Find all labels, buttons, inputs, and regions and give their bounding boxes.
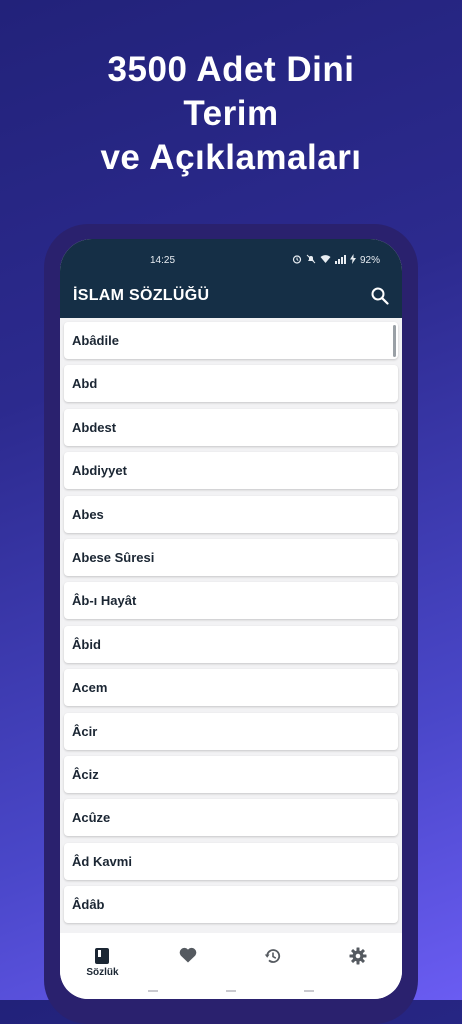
- book-icon: [95, 948, 109, 964]
- mute-icon: [306, 254, 316, 267]
- term-list-item[interactable]: Acûze: [64, 799, 398, 837]
- charging-icon: [349, 254, 356, 267]
- term-list-item[interactable]: Abâdile: [64, 322, 398, 359]
- phone-screen: 14:25 92% İSLAM SÖZLÜĞÜ Abâdile Abd Abde…: [60, 239, 402, 999]
- phone-frame: 14:25 92% İSLAM SÖZLÜĞÜ Abâdile Abd Abde…: [44, 224, 418, 1024]
- term-list-item[interactable]: Abdiyyet: [64, 452, 398, 490]
- gear-icon: [349, 947, 367, 965]
- term-label: Acûze: [72, 810, 111, 826]
- gesture-recents: [304, 990, 314, 992]
- term-list-item[interactable]: Acem: [64, 669, 398, 707]
- scrollbar[interactable]: [393, 325, 396, 357]
- nav-item-dictionary[interactable]: Sözlük: [60, 933, 145, 983]
- term-list-item[interactable]: Âdâb: [64, 886, 398, 924]
- term-label: Abdest: [72, 419, 117, 435]
- app-bar: İSLAM SÖZLÜĞÜ: [60, 273, 402, 318]
- term-label: Âbid: [72, 636, 101, 652]
- headline-line-1: 3500 Adet Dini: [107, 50, 355, 89]
- headline-line-2: Terim: [183, 94, 279, 133]
- term-label: Abdiyyet: [72, 463, 127, 479]
- nav-item-favorites[interactable]: [145, 933, 230, 983]
- term-list-item[interactable]: Âd Kavmi: [64, 842, 398, 880]
- gesture-home: [226, 990, 236, 992]
- alarm-icon: [292, 254, 302, 267]
- term-label: Abes: [72, 506, 104, 522]
- term-label: Âcir: [72, 723, 98, 739]
- nav-item-history[interactable]: [230, 933, 315, 983]
- history-icon: [264, 949, 281, 963]
- gesture-back: [148, 990, 158, 992]
- term-list-item[interactable]: Âcir: [64, 712, 398, 750]
- term-label: Âd Kavmi: [72, 853, 132, 869]
- term-list-item[interactable]: Âbid: [64, 625, 398, 663]
- status-bar: 14:25 92%: [60, 239, 402, 273]
- term-list-item[interactable]: Abese Sûresi: [64, 539, 398, 576]
- nav-label-dictionary: Sözlük: [86, 967, 119, 978]
- promo-headline: 3500 Adet Dini Terim ve Açıklamaları: [0, 48, 462, 180]
- term-label: Âb-ı Hayât: [72, 593, 137, 609]
- term-list-item[interactable]: Abd: [64, 365, 398, 403]
- term-label: Abd: [72, 376, 98, 392]
- term-label: Acem: [72, 680, 108, 696]
- bottom-nav: Sözlük: [60, 933, 402, 999]
- heart-icon: [179, 947, 197, 963]
- term-list[interactable]: Abâdile Abd Abdest Abdiyyet Abes Abese Sûresi…: [60, 318, 402, 933]
- term-list-item[interactable]: Abes: [64, 495, 398, 533]
- term-label: Abese Sûresi: [72, 550, 155, 565]
- term-list-item[interactable]: Âciz: [64, 756, 398, 793]
- app-title: İSLAM SÖZLÜĞÜ: [73, 287, 210, 304]
- term-list-item[interactable]: Abdest: [64, 408, 398, 446]
- nav-item-settings[interactable]: [315, 933, 400, 983]
- term-label: Âdâb: [72, 897, 105, 913]
- status-icons: 92%: [292, 254, 380, 267]
- status-time: 14:25: [150, 255, 176, 266]
- term-label: Âciz: [72, 767, 99, 782]
- term-label: Abâdile: [72, 333, 119, 348]
- term-list-item[interactable]: Âb-ı Hayât: [64, 582, 398, 620]
- wifi-icon: [320, 254, 331, 267]
- headline-line-3: ve Açıklamaları: [100, 138, 362, 177]
- battery-percent: 92%: [359, 255, 380, 266]
- search-icon[interactable]: [370, 286, 390, 306]
- signal-icon: [334, 254, 346, 267]
